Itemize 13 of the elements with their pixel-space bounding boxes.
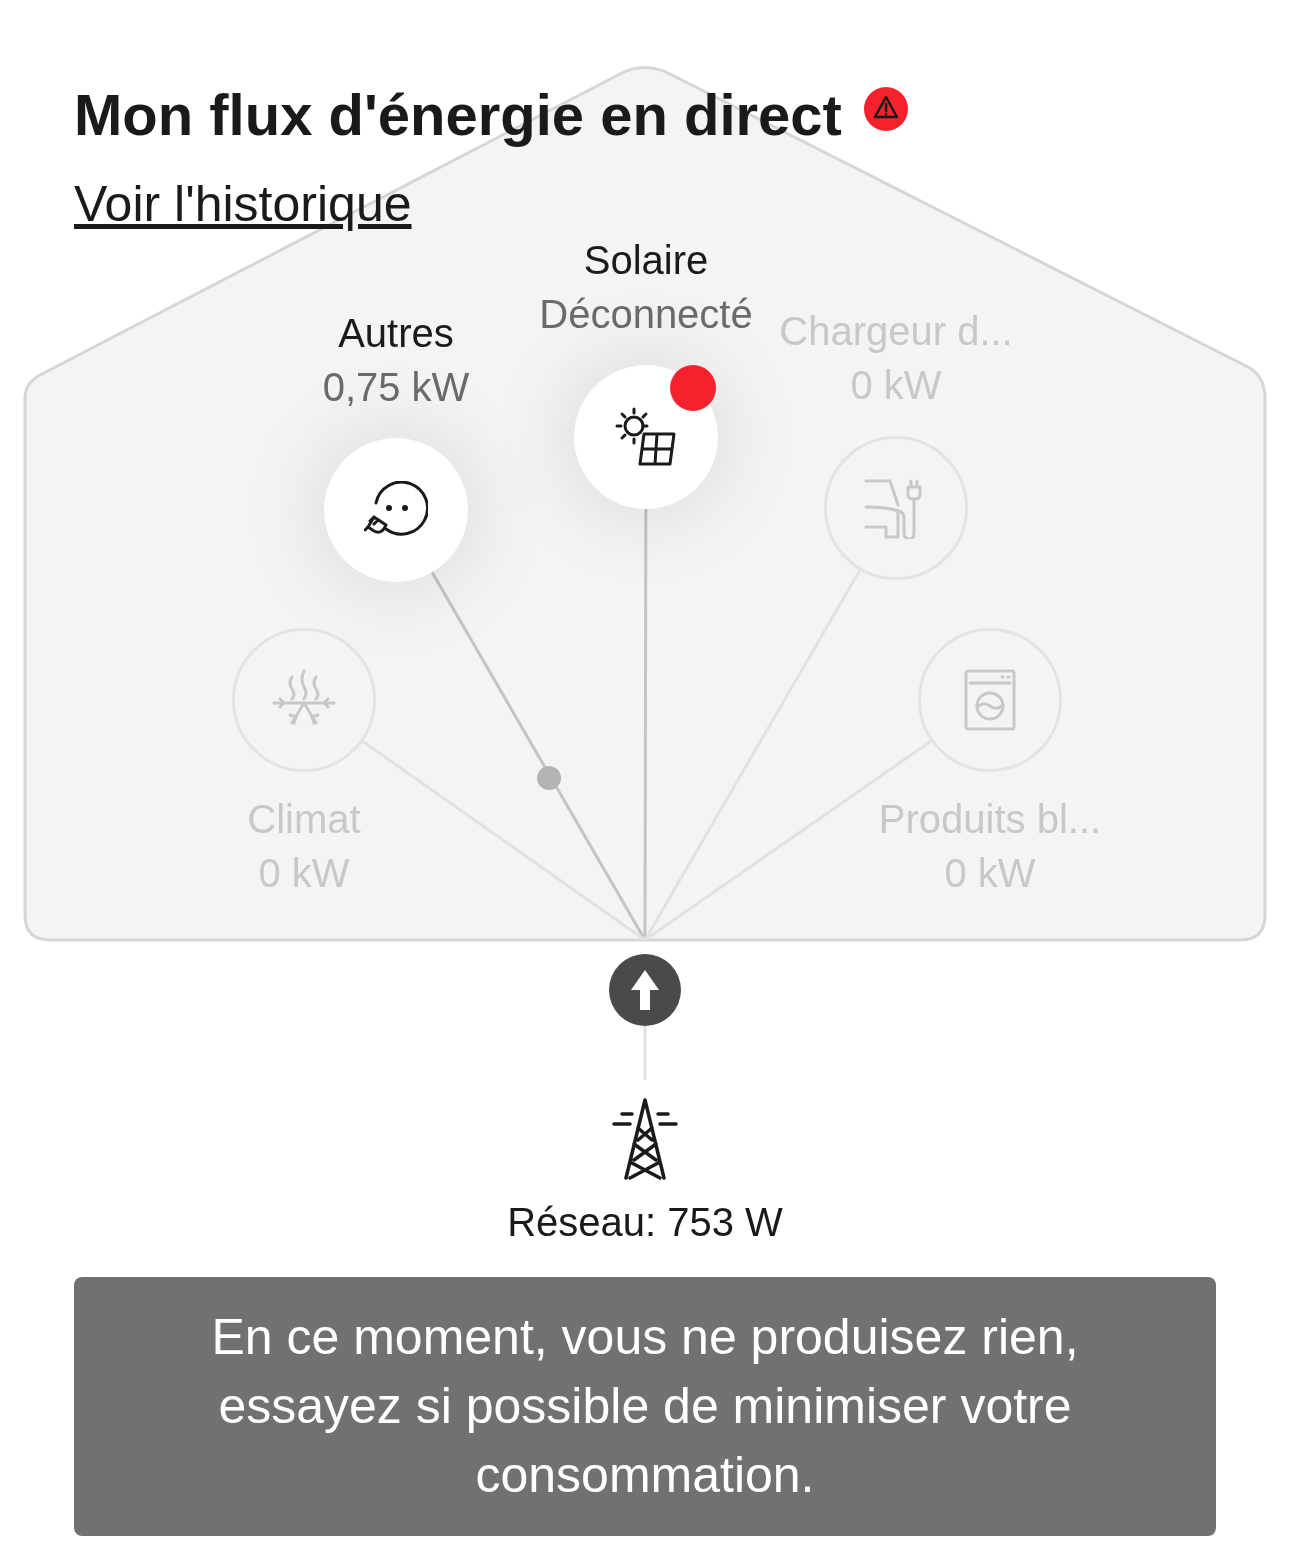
power-pylon-icon (612, 1098, 678, 1180)
plug-icon (364, 481, 428, 539)
advice-banner: En ce moment, vous ne produisez rien, essayez si possible de minimiser votre consommation. (74, 1277, 1216, 1536)
flow-dot (537, 766, 561, 790)
history-link[interactable]: Voir l'historique (74, 174, 412, 234)
washing-machine-icon (964, 669, 1016, 731)
solar-panel-icon (614, 406, 678, 468)
grid-reading: Réseau: 753 W (507, 1199, 783, 1246)
device-name: Autres (338, 310, 454, 357)
page-title: Mon flux d'énergie en direct (74, 81, 842, 149)
device-name: Solaire (583, 237, 709, 284)
device-reading: Déconnecté (539, 291, 753, 338)
device-reading: 0,75 kW (322, 364, 470, 411)
